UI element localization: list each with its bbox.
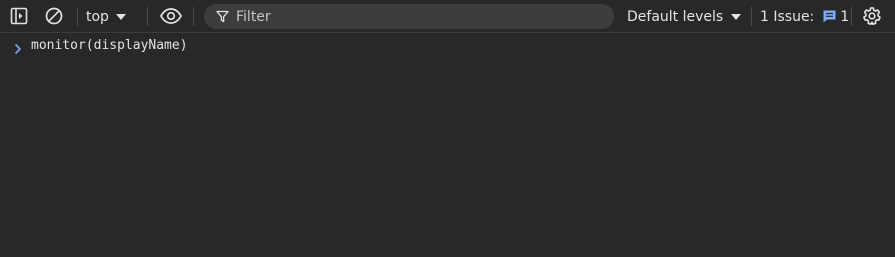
- issues-count: 1: [840, 8, 850, 25]
- toolbar-divider: [851, 7, 852, 26]
- log-levels-label: Default levels: [627, 8, 724, 25]
- sidebar-toggle-icon[interactable]: [8, 5, 30, 27]
- issue-message-icon: [822, 9, 837, 24]
- toolbar-divider: [193, 7, 194, 26]
- log-levels-dropdown[interactable]: Default levels: [627, 6, 742, 27]
- context-selector-label: top: [86, 8, 109, 25]
- filter-box[interactable]: [204, 4, 614, 29]
- issues-counter[interactable]: 1 Issue: 1: [760, 6, 849, 27]
- gear-icon[interactable]: [861, 5, 883, 27]
- chevron-down-icon: [731, 13, 742, 20]
- console-input-line[interactable]: monitor(displayName): [0, 36, 895, 56]
- toolbar-divider: [751, 7, 752, 26]
- clear-console-icon[interactable]: [43, 5, 65, 27]
- issues-label: 1 Issue:: [760, 8, 815, 25]
- live-expression-eye-icon[interactable]: [158, 5, 184, 27]
- filter-input[interactable]: [236, 8, 596, 25]
- toolbar-divider: [147, 7, 148, 26]
- chevron-down-icon: [115, 13, 126, 20]
- filter-funnel-icon: [216, 10, 229, 23]
- chevron-right-icon: [12, 40, 24, 55]
- console-command-text: monitor(displayName): [31, 38, 188, 53]
- context-selector[interactable]: top: [86, 6, 126, 27]
- console-toolbar: top Default levels 1 Issue:: [0, 0, 895, 33]
- toolbar-divider: [77, 7, 78, 26]
